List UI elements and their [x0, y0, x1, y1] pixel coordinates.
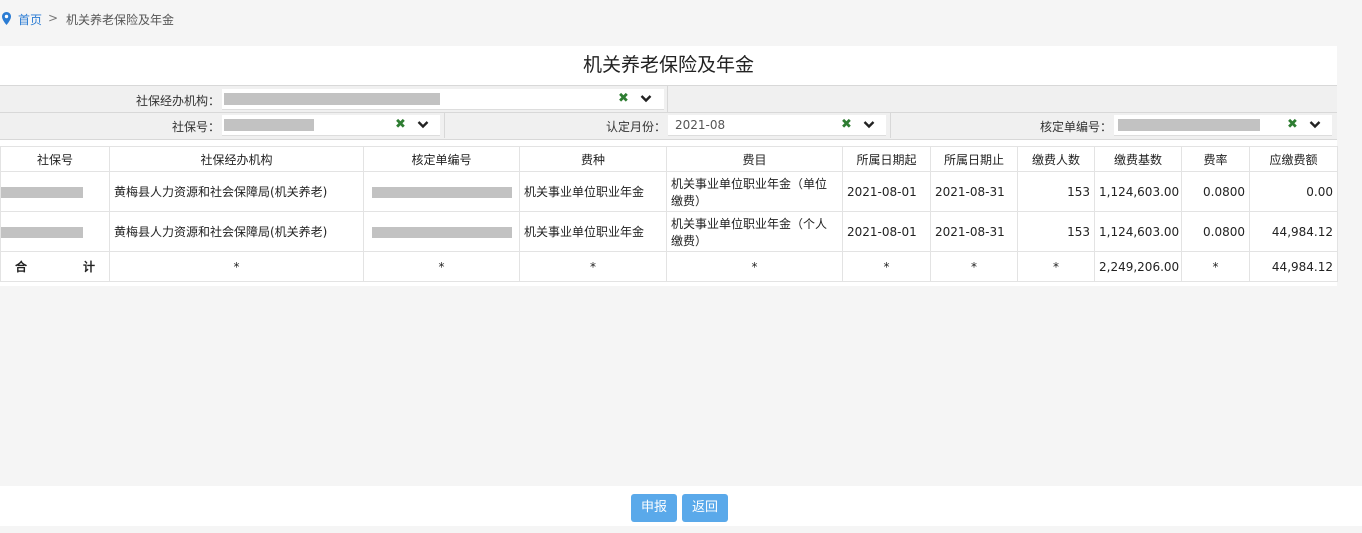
- summary-star: *: [519, 251, 667, 282]
- divider: [667, 86, 668, 112]
- count-cell: 153: [1017, 211, 1095, 252]
- redacted-value: [371, 186, 512, 198]
- base-cell: 1,124,603.00: [1094, 171, 1182, 212]
- ssn-cell: [0, 171, 110, 212]
- chevron-down-icon[interactable]: [863, 120, 875, 129]
- clear-approval-icon[interactable]: ✖: [1287, 117, 1298, 132]
- footer-bar: [0, 486, 1362, 526]
- column-header: 应缴费额: [1249, 146, 1338, 172]
- ssn-label: 社保号：: [171, 120, 220, 134]
- redacted-value: [1118, 119, 1260, 131]
- clear-agency-icon[interactable]: ✖: [618, 91, 629, 106]
- breadcrumb-current: 机关养老保险及年金: [66, 13, 175, 27]
- table-row[interactable]: 黄梅县人力资源和社会保障局(机关养老) 机关事业单位职业年金 机关事业单位职业年…: [0, 211, 1338, 252]
- fee-type-cell: 机关事业单位职业年金: [519, 211, 667, 252]
- approval-cell: [363, 211, 520, 252]
- month-select[interactable]: 2021-08 ✖: [668, 115, 886, 136]
- summary-star: *: [363, 251, 520, 282]
- table-header-row: 社保号 社保经办机构 核定单编号 费种 费目 所属日期起 所属日期止 缴费人数 …: [0, 146, 1338, 172]
- agency-label: 社保经办机构：: [135, 94, 220, 108]
- page-title: 机关养老保险及年金: [582, 54, 754, 76]
- summary-row: 合计 * * * * * * * 2,249,206.00 * 44,984.1…: [0, 251, 1338, 282]
- redacted-value: [1, 226, 83, 238]
- summary-label-a: 合: [15, 260, 28, 274]
- summary-label-b: 计: [82, 260, 95, 274]
- summary-star: *: [1017, 251, 1095, 282]
- column-header: 缴费基数: [1094, 146, 1182, 172]
- agency-cell: 黄梅县人力资源和社会保障局(机关养老): [109, 211, 364, 252]
- column-header: 社保号: [0, 146, 110, 172]
- location-pin-icon: [2, 12, 11, 25]
- month-value: 2021-08: [675, 118, 726, 132]
- breadcrumb-separator: >: [48, 11, 59, 25]
- summary-star: *: [842, 251, 931, 282]
- agency-cell: 黄梅县人力资源和社会保障局(机关养老): [109, 171, 364, 212]
- column-header: 缴费人数: [1017, 146, 1095, 172]
- fee-item-cell: 机关事业单位职业年金（个人缴费）: [666, 211, 843, 252]
- start-date-cell: 2021-08-01: [842, 171, 931, 212]
- column-header: 费种: [519, 146, 667, 172]
- chevron-down-icon[interactable]: [640, 94, 652, 103]
- chevron-down-icon[interactable]: [417, 120, 429, 129]
- summary-star: *: [930, 251, 1018, 282]
- end-date-cell: 2021-08-31: [930, 171, 1018, 212]
- back-button[interactable]: 返回: [682, 494, 728, 522]
- column-header: 费目: [666, 146, 843, 172]
- clear-month-icon[interactable]: ✖: [841, 117, 852, 132]
- submit-button[interactable]: 申报: [631, 494, 677, 522]
- approval-select[interactable]: ✖: [1114, 115, 1332, 136]
- start-date-cell: 2021-08-01: [842, 211, 931, 252]
- summary-label-cell: 合计: [0, 251, 110, 282]
- clear-ssn-icon[interactable]: ✖: [395, 117, 406, 132]
- summary-star: *: [109, 251, 364, 282]
- column-header: 所属日期起: [842, 146, 931, 172]
- fee-type-cell: 机关事业单位职业年金: [519, 171, 667, 212]
- approval-label: 核定单编号：: [1039, 120, 1112, 134]
- fee-table: 社保号 社保经办机构 核定单编号 费种 费目 所属日期起 所属日期止 缴费人数 …: [0, 146, 1338, 282]
- summary-base: 2,249,206.00: [1094, 251, 1182, 282]
- count-cell: 153: [1017, 171, 1095, 212]
- month-label: 认定月份：: [605, 120, 666, 134]
- approval-cell: [363, 171, 520, 212]
- end-date-cell: 2021-08-31: [930, 211, 1018, 252]
- column-header: 所属日期止: [930, 146, 1018, 172]
- redacted-value: [1, 186, 83, 198]
- summary-star: *: [1181, 251, 1250, 282]
- ssn-select[interactable]: ✖: [222, 115, 440, 136]
- agency-select[interactable]: ✖: [222, 89, 664, 110]
- breadcrumb-home-link[interactable]: 首页: [18, 11, 42, 28]
- table-row[interactable]: 黄梅县人力资源和社会保障局(机关养老) 机关事业单位职业年金 机关事业单位职业年…: [0, 171, 1338, 212]
- column-header: 社保经办机构: [109, 146, 364, 172]
- redacted-value: [371, 226, 512, 238]
- divider: [890, 112, 891, 138]
- chevron-down-icon[interactable]: [1309, 120, 1321, 129]
- column-header: 核定单编号: [363, 146, 520, 172]
- rate-cell: 0.0800: [1181, 211, 1250, 252]
- redacted-value: [224, 119, 314, 131]
- column-header: 费率: [1181, 146, 1250, 172]
- filter-form: 社保经办机构： ✖ 社保号： ✖ 认定月份： 2021-08 ✖ 核定单编号： …: [0, 85, 1337, 140]
- breadcrumb: 首页 > 机关养老保险及年金: [0, 0, 1362, 38]
- base-cell: 1,124,603.00: [1094, 211, 1182, 252]
- summary-star: *: [666, 251, 843, 282]
- fee-item-cell: 机关事业单位职业年金（单位缴费）: [666, 171, 843, 212]
- divider: [444, 112, 445, 138]
- redacted-value: [224, 93, 440, 105]
- amount-cell: 44,984.12: [1249, 211, 1338, 252]
- amount-cell: 0.00: [1249, 171, 1338, 212]
- summary-amount: 44,984.12: [1249, 251, 1338, 282]
- ssn-cell: [0, 211, 110, 252]
- rate-cell: 0.0800: [1181, 171, 1250, 212]
